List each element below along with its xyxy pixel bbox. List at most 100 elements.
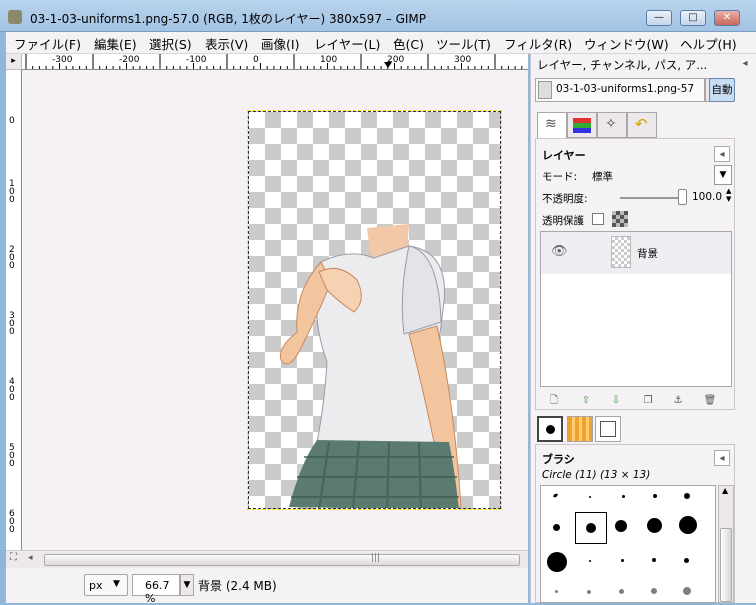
grip-icon: |||: [371, 553, 381, 563]
menu-filters[interactable]: フィルタ(R): [504, 34, 572, 53]
menu-select[interactable]: 選択(S): [149, 34, 192, 53]
raise-layer-icon[interactable]: ⇧: [578, 393, 594, 409]
image-layer[interactable]: [247, 110, 502, 510]
brush-item[interactable]: [684, 558, 689, 563]
unit-value: px: [89, 579, 103, 592]
tab-layers[interactable]: ≋: [537, 112, 567, 138]
menu-color[interactable]: 色(C): [393, 34, 424, 53]
image-select[interactable]: 03-1-03-uniforms1.png-57: [535, 78, 705, 102]
image-canvas[interactable]: [23, 71, 528, 550]
close-button[interactable]: ✕: [714, 10, 740, 26]
brush-item[interactable]: [653, 494, 657, 498]
brush-item[interactable]: [547, 552, 567, 572]
menu-view[interactable]: 表示(V): [205, 34, 248, 53]
dock-menu-icon[interactable]: ◂: [737, 56, 753, 72]
brush-item[interactable]: [589, 560, 591, 562]
lock-alpha-checkbox[interactable]: [592, 213, 604, 225]
brush-item[interactable]: [684, 493, 690, 499]
brush-item[interactable]: [615, 520, 627, 532]
horizontal-ruler[interactable]: -300 -200 -100 0 100 200 300: [22, 54, 528, 70]
opacity-slider[interactable]: [620, 197, 684, 199]
ruler-label: 300: [9, 311, 15, 337]
scroll-up-arrow-icon[interactable]: ▲: [722, 486, 728, 495]
brushes-panel-title: ブラシ: [542, 453, 575, 466]
opacity-value[interactable]: 100.0: [692, 191, 722, 203]
lower-layer-icon[interactable]: ⇩: [608, 393, 624, 409]
duplicate-layer-icon[interactable]: ❐: [640, 393, 656, 409]
mode-select[interactable]: 標準: [592, 165, 716, 185]
layers-panel: レイヤー ◂ モード: 標準 ▼ 不透明度: 100.0 ▲ ▼ 透明保護 👁 背…: [535, 138, 735, 410]
layer-row[interactable]: 👁 背景: [541, 232, 731, 274]
menu-bar: ファイル(F) 編集(E) 選択(S) 表示(V) 画像(I) レイヤー(L) …: [6, 32, 756, 54]
brush-item[interactable]: [553, 524, 560, 531]
scrollbar-thumb[interactable]: |||: [44, 553, 520, 566]
opacity-slider-handle[interactable]: [678, 189, 687, 205]
layer-list: 👁 背景: [540, 231, 732, 387]
unit-select[interactable]: px ▼: [84, 574, 128, 596]
opacity-spin-arrows-icon[interactable]: ▲ ▼: [726, 187, 731, 203]
brush-item[interactable]: [679, 516, 697, 534]
menu-help[interactable]: ヘルプ(H): [680, 34, 737, 53]
zoom-dropdown-button[interactable]: ▼: [180, 574, 194, 596]
brush-item[interactable]: [651, 588, 657, 594]
brush-item[interactable]: [555, 590, 558, 593]
maximize-button[interactable]: □: [680, 10, 706, 26]
skirt-shape: [289, 440, 459, 508]
brush-item[interactable]: [647, 518, 662, 533]
tab-brushes[interactable]: [537, 416, 563, 442]
mode-dropdown-arrow-icon[interactable]: ▼: [714, 165, 732, 185]
brush-item[interactable]: [589, 496, 591, 498]
menu-image[interactable]: 画像(I): [261, 34, 299, 53]
horizontal-scrollbar[interactable]: ⛶ ◂ |||: [6, 550, 528, 568]
new-layer-icon[interactable]: 🗋: [546, 393, 562, 409]
brush-item[interactable]: [621, 559, 624, 562]
minimize-button[interactable]: —: [646, 10, 672, 26]
tab-gradients[interactable]: [595, 416, 621, 442]
selected-brush-frame[interactable]: [575, 512, 607, 544]
layers-icon: ≋: [545, 116, 557, 132]
ruler-label: 0: [9, 116, 15, 126]
delete-layer-icon[interactable]: 🗑: [702, 393, 718, 409]
ruler-label: 300: [454, 55, 472, 65]
visibility-eye-icon[interactable]: 👁: [551, 244, 568, 259]
layer-name[interactable]: 背景: [637, 246, 658, 261]
navigate-icon[interactable]: ⛶: [10, 552, 17, 563]
tab-paths[interactable]: ✧: [597, 112, 627, 138]
vertical-ruler[interactable]: 0 100 200 300 400 500 600: [6, 70, 22, 550]
brush-item[interactable]: [622, 495, 625, 498]
brush-grid-scrollbar[interactable]: ▲: [718, 485, 734, 603]
zoom-input[interactable]: 66.7 %: [132, 574, 180, 605]
tab-channels[interactable]: [567, 112, 597, 138]
layers-panel-title: レイヤー: [542, 149, 586, 162]
zoom-value: 66.7 %: [145, 579, 170, 605]
scrollbar-thumb[interactable]: [720, 528, 732, 602]
auto-button[interactable]: 自動: [709, 78, 735, 102]
anchor-layer-icon[interactable]: ⚓: [670, 393, 686, 409]
layers-panel-menu-icon[interactable]: ◂: [714, 146, 730, 162]
dock-header-title: レイヤー, チャンネル, パス, ア...: [537, 58, 708, 72]
quick-mask-corner-button[interactable]: ▸: [6, 54, 22, 70]
gimp-app-icon: [8, 10, 22, 24]
ruler-label: 500: [9, 443, 15, 469]
brush-icon: [546, 425, 555, 434]
brush-item[interactable]: [619, 589, 624, 594]
brush-item[interactable]: [587, 590, 591, 594]
ruler-label: 100: [9, 179, 15, 205]
tab-patterns[interactable]: [567, 416, 593, 442]
brush-item[interactable]: [683, 587, 691, 595]
menu-tools[interactable]: ツール(T): [436, 34, 491, 53]
lock-alpha-label: 透明保護: [542, 215, 584, 227]
menu-file[interactable]: ファイル(F): [14, 34, 81, 53]
brush-item[interactable]: [552, 492, 559, 499]
brushes-panel-menu-icon[interactable]: ◂: [714, 450, 730, 466]
tab-undo[interactable]: ↶: [627, 112, 657, 138]
lock-alpha-icon: [612, 211, 628, 227]
menu-layer[interactable]: レイヤー(L): [314, 34, 380, 53]
menu-windows[interactable]: ウィンドウ(W): [584, 34, 669, 53]
scroll-left-arrow-icon[interactable]: ◂: [28, 553, 33, 563]
menu-edit[interactable]: 編集(E): [94, 34, 137, 53]
brush-grid[interactable]: [540, 485, 716, 603]
dropdown-arrow-icon: ▼: [113, 579, 120, 589]
brush-item[interactable]: [652, 558, 656, 562]
ruler-label: -100: [186, 55, 207, 65]
